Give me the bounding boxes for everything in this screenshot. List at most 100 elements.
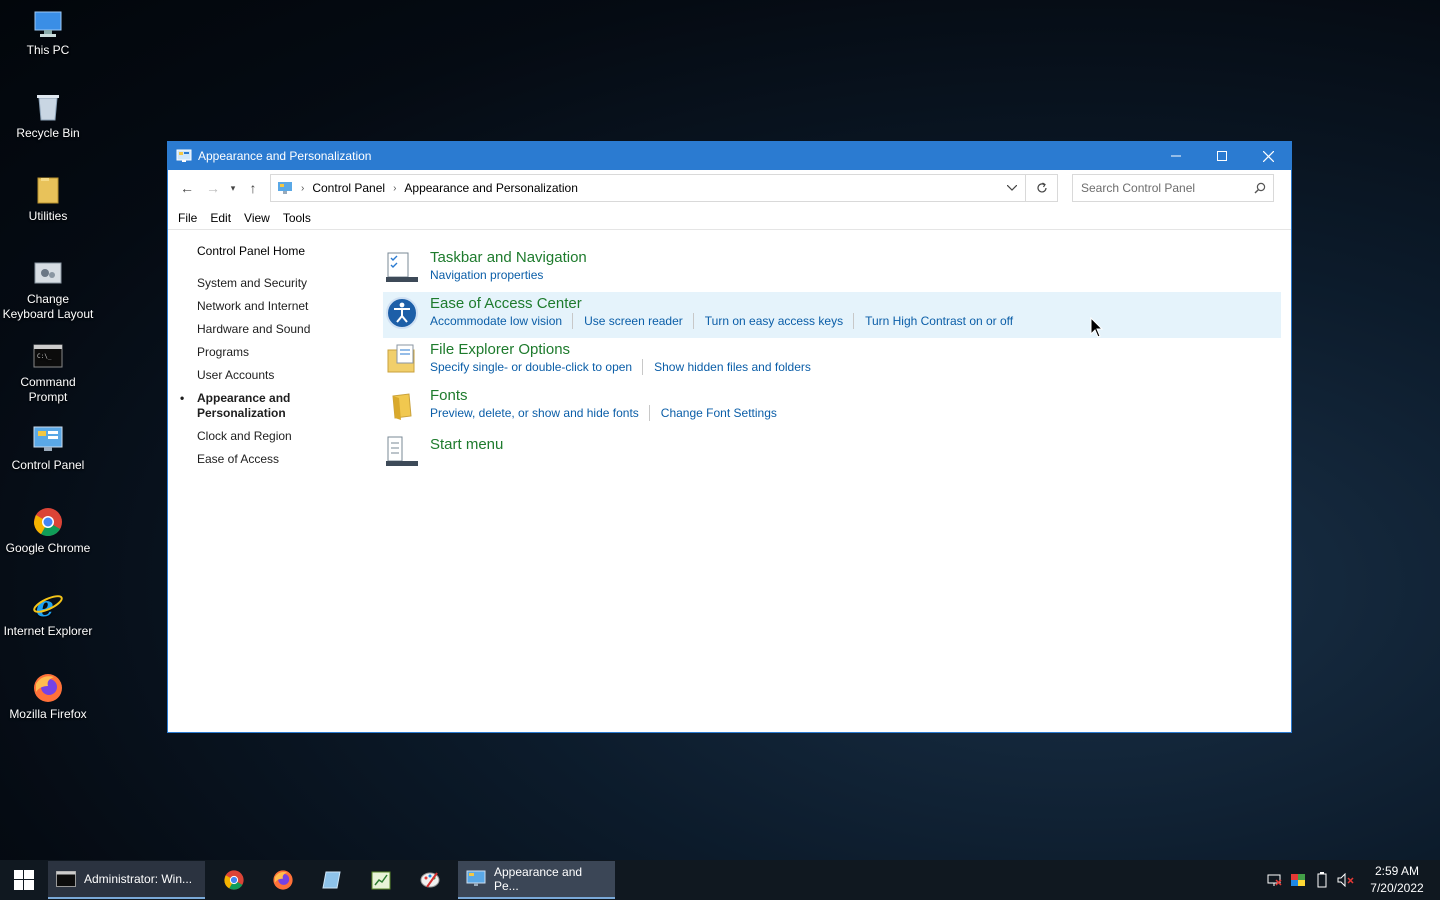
forward-button[interactable]: → [200, 175, 226, 201]
category-title[interactable]: Start menu [430, 436, 503, 454]
desktop-icon-label: Control Panel [11, 458, 85, 472]
desktop-icon-label: Utilities [28, 209, 68, 223]
search-box [1072, 174, 1274, 202]
close-button[interactable] [1245, 142, 1291, 170]
desktop-icon-internet-explorer[interactable]: e Internet Explorer [0, 589, 96, 639]
menu-view[interactable]: View [244, 211, 270, 225]
single-double-click-link[interactable]: Specify single- or double-click to open [430, 359, 644, 375]
taskbar-item-control-panel[interactable]: Appearance and Pe... [458, 861, 615, 899]
maximize-button[interactable] [1199, 142, 1245, 170]
sidebar-item-user-accounts[interactable]: User Accounts [197, 368, 357, 383]
high-contrast-link[interactable]: Turn High Contrast on or off [865, 313, 1023, 329]
left-navigation: Control Panel Home System and Security N… [180, 244, 357, 475]
search-icon[interactable] [1247, 182, 1273, 194]
address-row: ← → ▾ ↑ › Control Panel › Appearance and… [168, 170, 1291, 206]
menu-tools[interactable]: Tools [283, 211, 311, 225]
desktop-icon-recycle-bin[interactable]: Recycle Bin [0, 91, 96, 141]
desktop-icon-chrome[interactable]: Google Chrome [0, 506, 96, 556]
content-area: Control Panel Home System and Security N… [168, 230, 1291, 730]
clock-time: 2:59 AM [1374, 864, 1420, 878]
desktop-icon-label: Internet Explorer [3, 624, 93, 638]
recent-locations-button[interactable]: ▾ [226, 175, 240, 201]
chrome-icon [32, 506, 64, 538]
battery-icon[interactable] [1310, 872, 1334, 888]
taskbar-firefox[interactable] [258, 861, 307, 899]
taskbar-paint[interactable] [405, 861, 454, 899]
sidebar-item-ease-of-access[interactable]: Ease of Access [197, 452, 357, 467]
back-button[interactable]: ← [174, 175, 200, 201]
chrome-icon [223, 870, 244, 890]
start-button[interactable] [0, 860, 48, 900]
breadcrumb-control-panel[interactable]: Control Panel [312, 181, 385, 195]
sidebar-item-network-internet[interactable]: Network and Internet [197, 299, 357, 314]
desktop-icon-firefox[interactable]: Mozilla Firefox [0, 672, 96, 722]
chevron-right-icon: › [393, 182, 397, 194]
folder-icon [32, 174, 64, 206]
taskbar-icon [385, 250, 419, 284]
category-title[interactable]: Taskbar and Navigation [430, 249, 587, 267]
window-titlebar[interactable]: Appearance and Personalization [168, 142, 1291, 170]
category-ease-of-access-center: Ease of Access Center Accommodate low vi… [383, 292, 1281, 338]
chevron-right-icon: › [301, 182, 305, 194]
sidebar-item-hardware-sound[interactable]: Hardware and Sound [197, 322, 357, 337]
cmd-icon: C:\_ [32, 340, 64, 372]
taskbar-item-cmd[interactable]: Administrator: Win... [48, 861, 205, 899]
taskbar-chrome[interactable] [209, 861, 258, 899]
breadcrumb-appearance[interactable]: Appearance and Personalization [404, 181, 577, 195]
network-icon[interactable] [1262, 873, 1286, 887]
sidebar-item-system-security[interactable]: System and Security [197, 276, 357, 291]
change-font-settings-link[interactable]: Change Font Settings [661, 405, 787, 421]
accommodate-low-vision-link[interactable]: Accommodate low vision [430, 313, 574, 329]
navigation-properties-link[interactable]: Navigation properties [430, 267, 553, 283]
desktop-icon-this-pc[interactable]: This PC [0, 8, 96, 58]
svg-text:C:\_: C:\_ [37, 353, 52, 360]
ease-of-access-icon [385, 296, 419, 330]
minimize-button[interactable] [1153, 142, 1199, 170]
desktop-icon-change-keyboard[interactable]: Change Keyboard Layout [0, 257, 96, 322]
category-list: Taskbar and Navigation Navigation proper… [383, 246, 1281, 476]
control-panel-home-link[interactable]: Control Panel Home [197, 244, 357, 258]
desktop-icon-command-prompt[interactable]: C:\_ Command Prompt [0, 340, 96, 405]
firefox-icon [272, 870, 293, 890]
category-title[interactable]: File Explorer Options [430, 341, 832, 359]
control-panel-icon [176, 148, 192, 164]
up-button[interactable]: ↑ [240, 175, 266, 201]
notepad-icon [321, 871, 341, 889]
use-screen-reader-link[interactable]: Use screen reader [584, 313, 694, 329]
sidebar-item-programs[interactable]: Programs [197, 345, 357, 360]
search-input[interactable] [1081, 181, 1247, 195]
desktop-icon-label: Mozilla Firefox [9, 707, 87, 721]
taskbar-notepad[interactable] [307, 861, 356, 899]
volume-muted-icon[interactable] [1334, 873, 1358, 887]
control-panel-icon [277, 181, 293, 195]
desktop-icon-label: Command Prompt [20, 375, 76, 404]
address-dropdown-button[interactable] [997, 175, 1025, 201]
category-taskbar-navigation: Taskbar and Navigation Navigation proper… [383, 246, 1281, 292]
fonts-folder-icon [385, 388, 419, 422]
control-panel-window: Appearance and Personalization ← → ▾ ↑ ›… [167, 141, 1292, 733]
mouse-cursor-icon [1090, 316, 1104, 342]
taskbar-clock[interactable]: 2:59 AM 7/20/2022 [1364, 863, 1430, 897]
easy-access-keys-link[interactable]: Turn on easy access keys [705, 313, 855, 329]
category-title[interactable]: Ease of Access Center [430, 295, 1034, 313]
preview-fonts-link[interactable]: Preview, delete, or show and hide fonts [430, 405, 650, 421]
menu-edit[interactable]: Edit [210, 211, 231, 225]
desktop-icon-control-panel[interactable]: Control Panel [0, 423, 96, 473]
spreadsheet-icon [371, 871, 390, 890]
category-title[interactable]: Fonts [430, 387, 798, 405]
refresh-button[interactable] [1026, 174, 1058, 202]
window-title: Appearance and Personalization [198, 149, 372, 163]
sidebar-item-clock-region[interactable]: Clock and Region [197, 429, 357, 444]
taskbar-spreadsheet[interactable] [356, 861, 405, 899]
desktop-icon-utilities[interactable]: Utilities [0, 174, 96, 224]
show-hidden-files-link[interactable]: Show hidden files and folders [654, 359, 821, 375]
address-bar[interactable]: › Control Panel › Appearance and Persona… [270, 174, 1026, 202]
desktop-icon-label: Google Chrome [5, 541, 91, 555]
folder-options-icon [385, 342, 419, 376]
sidebar-item-appearance[interactable]: Appearance and Personalization [180, 391, 307, 421]
clock-date: 7/20/2022 [1370, 881, 1424, 895]
menu-file[interactable]: File [178, 211, 197, 225]
system-tray: 2:59 AM 7/20/2022 [1262, 860, 1440, 900]
color-display-icon[interactable] [1286, 873, 1310, 887]
taskbar-item-label: Administrator: Win... [84, 872, 193, 886]
